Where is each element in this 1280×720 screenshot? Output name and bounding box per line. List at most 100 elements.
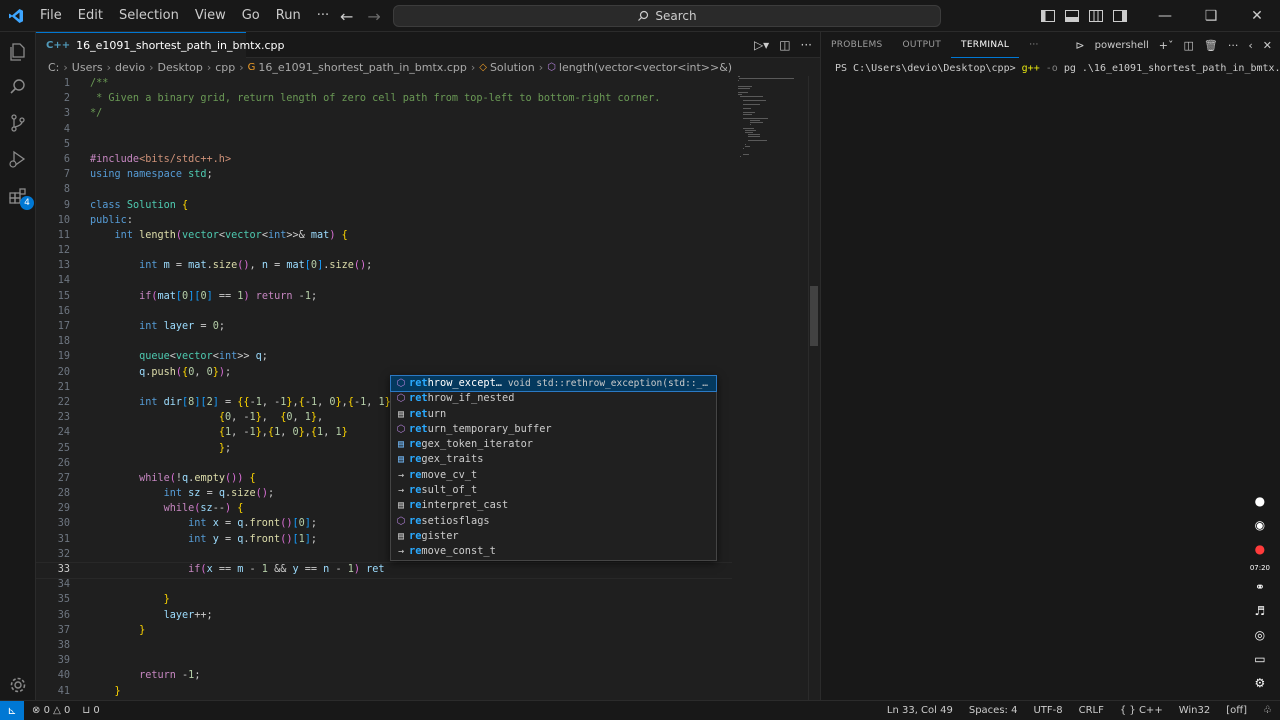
code-line[interactable]: class Solution {: [90, 198, 660, 213]
shell-label[interactable]: powershell: [1095, 40, 1149, 51]
menu-go[interactable]: Go: [234, 0, 268, 32]
code-line[interactable]: /**: [90, 76, 660, 91]
tab-cpp-file[interactable]: C++ 16_e1091_shortest_path_in_bmtx.cpp: [36, 32, 285, 58]
restore-button[interactable]: ❑: [1188, 0, 1234, 32]
code-line[interactable]: public:: [90, 213, 660, 228]
window-icon[interactable]: ▭: [1251, 650, 1269, 668]
pointer-icon[interactable]: ●: [1251, 492, 1269, 510]
code-line[interactable]: queue<vector<int>> q;: [90, 349, 660, 364]
code-line[interactable]: ​: [90, 577, 660, 592]
close-panel-icon[interactable]: ✕: [1263, 39, 1272, 52]
suggestion-item[interactable]: ⬡ rethrow_if_nested: [391, 391, 716, 406]
remote-indicator-icon[interactable]: ⊾: [0, 700, 24, 720]
minimize-button[interactable]: —: [1142, 0, 1188, 32]
search-view-icon[interactable]: [6, 75, 30, 99]
code-line[interactable]: ​: [90, 273, 660, 288]
new-terminal-icon[interactable]: +ˇ: [1159, 39, 1174, 52]
suggestion-item[interactable]: ▤ reinterpret_cast: [391, 498, 716, 513]
close-window-button[interactable]: ✕: [1234, 0, 1280, 32]
menu-selection[interactable]: Selection: [111, 0, 187, 32]
code-line[interactable]: if(x == m - 1 && y == n - 1) ret: [36, 562, 733, 580]
code-line[interactable]: ​: [90, 122, 660, 137]
code-line[interactable]: * Given a binary grid, return length of …: [90, 91, 660, 106]
forward-arrow-icon[interactable]: →: [367, 7, 380, 26]
code-line[interactable]: }: [90, 684, 660, 699]
suggestion-item[interactable]: ▤ register: [391, 529, 716, 544]
problems-status[interactable]: ⊗ 0 △ 0: [32, 705, 70, 716]
tab-problems[interactable]: PROBLEMS: [821, 32, 893, 58]
more-actions-icon[interactable]: ···: [801, 38, 812, 52]
suggestion-item[interactable]: → remove_cv_t: [391, 468, 716, 483]
manage-gear-icon[interactable]: [6, 673, 30, 697]
tab-output[interactable]: OUTPUT: [893, 32, 951, 58]
breadcrumb-method[interactable]: length(vector<vector<int>>&): [559, 61, 732, 74]
code-line[interactable]: }: [90, 592, 660, 607]
breadcrumb-devio[interactable]: devio: [115, 61, 145, 74]
menu-view[interactable]: View: [187, 0, 234, 32]
microphone-icon[interactable]: ⚭: [1251, 578, 1269, 596]
code-line[interactable]: #include<bits/stdc++.h>: [90, 152, 660, 167]
chevron-left-icon[interactable]: ‹: [1248, 39, 1252, 52]
record-icon[interactable]: ●: [1251, 540, 1269, 558]
breadcrumb-file[interactable]: 16_e1091_shortest_path_in_bmtx.cpp: [258, 61, 466, 74]
customize-layout-icon[interactable]: [1108, 0, 1132, 32]
code-line[interactable]: layer++;: [90, 608, 660, 623]
split-terminal-icon[interactable]: ◫: [1184, 39, 1194, 52]
run-code-icon[interactable]: ▷▾: [754, 38, 769, 52]
encoding[interactable]: UTF-8: [1033, 705, 1062, 716]
menu-run[interactable]: Run: [268, 0, 309, 32]
editor-scrollbar[interactable]: [808, 76, 818, 700]
suggestion-item[interactable]: ⬡ resetiosflags: [391, 514, 716, 529]
terminal-more-icon[interactable]: ···: [1228, 39, 1239, 52]
camera-icon[interactable]: ◉: [1251, 516, 1269, 534]
code-line[interactable]: ​: [90, 653, 660, 668]
cursor-position[interactable]: Ln 33, Col 49: [887, 705, 953, 716]
suggestion-item[interactable]: ⬡ rethrow_except… void std::rethrow_except…: [390, 374, 717, 393]
back-arrow-icon[interactable]: ←: [340, 7, 353, 26]
breadcrumb-drive[interactable]: C:: [48, 61, 59, 74]
kill-terminal-icon[interactable]: 🗑: [1204, 39, 1218, 52]
code-line[interactable]: ​: [90, 334, 660, 349]
code-line[interactable]: ​: [90, 182, 660, 197]
breadcrumb-users[interactable]: Users: [72, 61, 103, 74]
breadcrumb-cpp[interactable]: cpp: [215, 61, 235, 74]
breadcrumb-class[interactable]: Solution: [490, 61, 535, 74]
webcam-icon[interactable]: ◎: [1251, 626, 1269, 644]
tab-terminal[interactable]: TERMINAL: [951, 32, 1020, 58]
end-of-line[interactable]: CRLF: [1079, 705, 1104, 716]
menu-file[interactable]: File: [32, 0, 70, 32]
code-line[interactable]: return -1;: [90, 668, 660, 683]
code-line[interactable]: int length(vector<vector<int>>& mat) {: [90, 228, 660, 243]
speaker-icon[interactable]: ♬: [1251, 602, 1269, 620]
code-line[interactable]: using namespace std;: [90, 167, 660, 182]
extensions-icon[interactable]: 4: [6, 184, 34, 210]
autocomplete-suggestions[interactable]: ⬡ rethrow_except… void std::rethrow_except…: [390, 374, 717, 561]
toggle-secondary-sidebar-icon[interactable]: [1084, 0, 1108, 32]
notifications-bell-icon[interactable]: ♧: [1263, 705, 1272, 716]
suggestion-item[interactable]: ▤ regex_traits: [391, 452, 716, 467]
scrollbar-thumb[interactable]: [810, 286, 818, 346]
ports-status[interactable]: ⊔ 0: [82, 705, 99, 716]
explorer-icon[interactable]: [6, 40, 30, 64]
menu-more[interactable]: ···: [309, 0, 337, 32]
minimap[interactable]: [738, 76, 802, 157]
indentation[interactable]: Spaces: 4: [969, 705, 1018, 716]
run-debug-icon[interactable]: [6, 147, 30, 171]
suggestion-item[interactable]: → remove_const_t: [391, 544, 716, 559]
code-line[interactable]: ​: [90, 304, 660, 319]
split-editor-icon[interactable]: ◫: [779, 38, 790, 52]
menu-edit[interactable]: Edit: [70, 0, 111, 32]
suggestion-item[interactable]: → result_of_t: [391, 483, 716, 498]
suggestion-item[interactable]: ▤ return: [391, 407, 716, 422]
platform[interactable]: Win32: [1179, 705, 1211, 716]
toggle-panel-icon[interactable]: [1060, 0, 1084, 32]
toggle-primary-sidebar-icon[interactable]: [1036, 0, 1060, 32]
breadcrumb-desktop[interactable]: Desktop: [157, 61, 202, 74]
suggestion-item[interactable]: ⬡ return_temporary_buffer: [391, 422, 716, 437]
format-status[interactable]: [off]: [1226, 705, 1247, 716]
source-control-icon[interactable]: [6, 111, 30, 135]
language-mode[interactable]: { } C++: [1120, 705, 1163, 716]
code-line[interactable]: int layer = 0;: [90, 319, 660, 334]
settings-gear-icon[interactable]: ⚙: [1251, 674, 1269, 692]
code-line[interactable]: ​: [90, 137, 660, 152]
